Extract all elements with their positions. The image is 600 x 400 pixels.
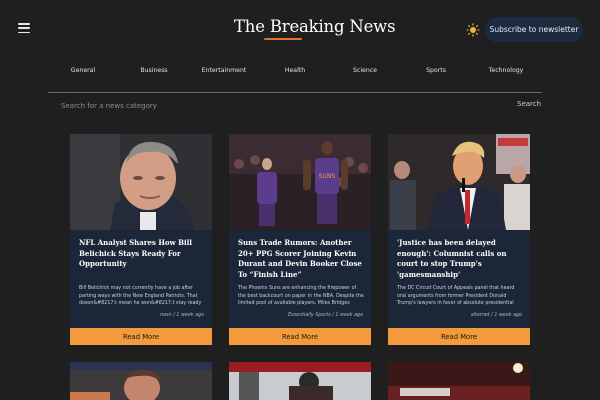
article-image[interactable]: SUNS: [229, 134, 371, 230]
site-title[interactable]: The Breaking News: [234, 17, 396, 36]
article-image[interactable]: [229, 362, 371, 400]
read-more-button[interactable]: Read More: [229, 328, 371, 345]
article-image[interactable]: [70, 134, 212, 230]
article-meta: Essentially Sports / 1 week ago: [288, 313, 363, 318]
article-title[interactable]: Suns Trade Rumors: Another 20+ PPG Score…: [238, 238, 364, 280]
article-description: The Phoenix Suns are enhancing the firep…: [238, 286, 364, 307]
category-business[interactable]: Business: [140, 67, 167, 74]
divider: [48, 92, 542, 93]
category-nav: General Business Entertainment Health Sc…: [0, 67, 600, 77]
category-science[interactable]: Science: [353, 67, 377, 74]
category-entertainment[interactable]: Entertainment: [202, 67, 247, 74]
search-input[interactable]: [61, 100, 441, 112]
read-more-button[interactable]: Read More: [70, 328, 212, 345]
sun-icon[interactable]: [466, 22, 480, 37]
category-sports[interactable]: Sports: [426, 67, 446, 74]
article-description: The DC Circuit Court of Appeals panel th…: [397, 286, 515, 307]
article-source: alternet: [470, 313, 490, 318]
article-time: 1 week ago: [494, 313, 522, 318]
category-general[interactable]: General: [71, 67, 95, 74]
article-image[interactable]: [388, 134, 530, 230]
article-image[interactable]: [70, 362, 212, 400]
article-meta: alternet / 1 week ago: [470, 313, 522, 318]
article-time: 1 week ago: [176, 313, 204, 318]
category-technology[interactable]: Technology: [489, 67, 524, 74]
read-more-button[interactable]: Read More: [388, 328, 530, 345]
article-source: nesn: [160, 313, 172, 318]
title-underline: [264, 38, 302, 40]
article-meta: nesn / 1 week ago: [160, 313, 204, 318]
article-time: 1 week ago: [335, 313, 363, 318]
search-button[interactable]: Search: [517, 100, 541, 108]
article-source: Essentially Sports: [288, 313, 331, 318]
subscribe-button[interactable]: Subscribe to newsletter: [485, 17, 583, 42]
news-card: SUNS Suns Trade Rumors: Another 20+ PPG …: [229, 134, 371, 345]
article-image[interactable]: [388, 362, 530, 400]
hamburger-menu-icon[interactable]: [18, 23, 30, 34]
news-card: NFL Analyst Shares How Bill Belichick St…: [70, 134, 212, 345]
article-title[interactable]: NFL Analyst Shares How Bill Belichick St…: [79, 238, 205, 270]
svg-text:SUNS: SUNS: [319, 173, 336, 180]
article-title[interactable]: 'Justice has been delayed enough': Colum…: [397, 238, 523, 280]
category-health[interactable]: Health: [285, 67, 305, 74]
news-card: 'Justice has been delayed enough': Colum…: [388, 134, 530, 345]
article-description: Bill Belichick may not currently have a …: [79, 286, 202, 307]
